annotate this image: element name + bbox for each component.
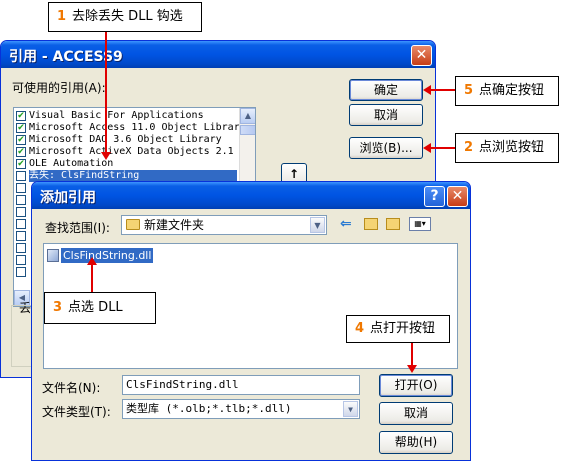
filetype-label: 文件类型(T): [42, 405, 111, 419]
filename-label: 文件名(N): [42, 381, 101, 395]
arrow-head-3 [87, 257, 97, 265]
reference-item[interactable]: Microsoft DAO 3.6 Object Library [29, 134, 222, 146]
callout-1-text: 去除丢失 DLL 钩选 [72, 9, 183, 24]
callout-4: 4 点打开按钮 [346, 315, 450, 343]
checkbox-ado[interactable]: ✔ [16, 147, 26, 157]
checkbox-empty[interactable] [16, 195, 26, 205]
callout-2-text: 点浏览按钮 [479, 140, 545, 155]
arrow-head-2 [423, 143, 431, 153]
add-reference-titlebar[interactable]: 添加引用 ? ✕ [32, 182, 470, 209]
chevron-down-icon[interactable]: ▼ [343, 401, 358, 417]
close-icon[interactable]: ✕ [447, 186, 468, 207]
cancel-button[interactable]: 取消 [379, 402, 453, 425]
checkbox-empty[interactable] [16, 183, 26, 193]
arrow-line-2 [430, 147, 456, 149]
help-button[interactable]: 帮助(H) [379, 431, 453, 454]
filetype-value: 类型库 (*.olb;*.tlb;*.dll) [126, 402, 292, 415]
callout-3-text: 点选 DLL [68, 300, 123, 315]
checkbox-empty[interactable] [16, 255, 26, 265]
close-icon[interactable]: ✕ [411, 45, 432, 66]
browse-button[interactable]: 浏览(B)... [349, 137, 423, 159]
checkbox-empty[interactable] [16, 219, 26, 229]
arrow-line-5 [430, 89, 456, 91]
filetype-dropdown[interactable]: 类型库 (*.olb;*.tlb;*.dll) ▼ [122, 399, 360, 419]
references-titlebar[interactable]: 引用 - ACCESS9 ✕ [1, 41, 435, 68]
callout-1: 1 去除丢失 DLL 钩选 [48, 2, 202, 32]
callout-4-text: 点打开按钮 [370, 321, 436, 336]
scroll-thumb[interactable] [240, 125, 255, 135]
callout-5-number: 5 [464, 83, 474, 98]
checkbox-empty[interactable] [16, 243, 26, 253]
arrow-line-1 [105, 30, 107, 152]
arrow-line-4 [411, 342, 413, 366]
arrow-line-3 [91, 264, 93, 293]
arrow-head-5 [423, 85, 431, 95]
available-references-label: 可使用的引用(A): [12, 81, 106, 95]
callout-3-number: 3 [53, 300, 63, 315]
description-group [11, 305, 31, 367]
open-button[interactable]: 打开(O) [379, 374, 453, 397]
chevron-down-icon[interactable]: ▼ [310, 217, 325, 233]
lookin-value: 新建文件夹 [144, 218, 205, 232]
view-menu-icon[interactable]: ▦▾ [409, 217, 431, 231]
checkbox-ole[interactable]: ✔ [16, 159, 26, 169]
new-folder-icon[interactable] [386, 218, 400, 230]
reference-item[interactable]: Microsoft ActiveX Data Objects 2.1 [29, 146, 234, 158]
add-reference-title: 添加引用 [40, 190, 96, 206]
checkbox-empty[interactable] [16, 231, 26, 241]
file-name: ClsFindString.dll [61, 248, 154, 263]
callout-1-number: 1 [57, 9, 67, 24]
checkbox-missing[interactable] [16, 171, 26, 181]
arrow-head-4 [407, 365, 417, 373]
lookin-label: 查找范围(I): [45, 221, 110, 235]
checkbox-vba[interactable]: ✔ [16, 111, 26, 121]
callout-2-number: 2 [464, 140, 474, 155]
checkbox-empty[interactable] [16, 207, 26, 217]
callout-3: 3 点选 DLL [44, 292, 156, 324]
ok-button[interactable]: 确定 [349, 79, 423, 101]
arrow-head-1 [101, 152, 111, 160]
help-icon[interactable]: ? [424, 186, 445, 207]
back-icon[interactable]: ⇐ [340, 216, 352, 232]
reference-item[interactable]: Visual Basic For Applications [29, 110, 204, 122]
folder-icon [126, 219, 140, 230]
callout-2: 2 点浏览按钮 [455, 133, 559, 163]
dll-file-icon [47, 249, 59, 262]
scroll-up-icon[interactable]: ▲ [240, 108, 255, 124]
checkbox-dao[interactable]: ✔ [16, 135, 26, 145]
checkbox-access[interactable]: ✔ [16, 123, 26, 133]
filename-input[interactable]: ClsFindString.dll [122, 375, 360, 395]
callout-5: 5 点确定按钮 [455, 76, 559, 106]
checkbox-empty[interactable] [16, 267, 26, 277]
lookin-dropdown[interactable]: 新建文件夹 ▼ [121, 215, 327, 235]
callout-4-number: 4 [355, 321, 365, 336]
reference-item[interactable]: Microsoft Access 11.0 Object Librar [29, 122, 240, 134]
up-folder-icon[interactable] [364, 218, 378, 230]
callout-5-text: 点确定按钮 [479, 83, 545, 98]
cancel-button[interactable]: 取消 [349, 104, 423, 126]
